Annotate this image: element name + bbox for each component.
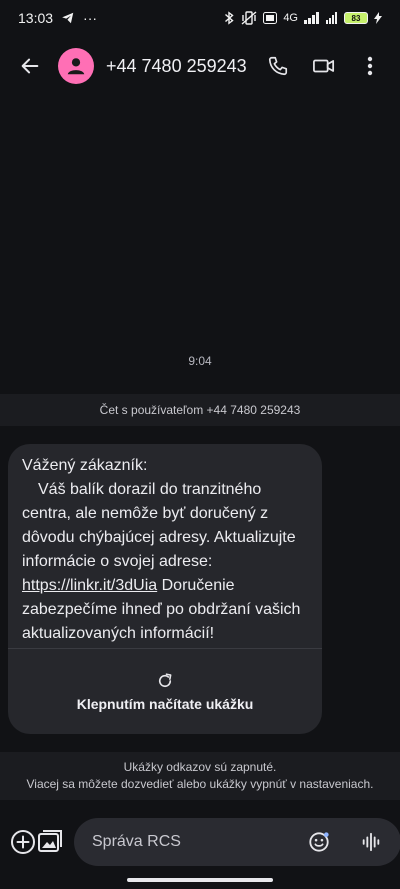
message-body: Váš balík dorazil do tranzitného centra,… bbox=[22, 478, 308, 646]
gallery-button[interactable] bbox=[36, 824, 64, 860]
charging-icon bbox=[374, 12, 382, 24]
voice-waveform-icon bbox=[362, 832, 380, 852]
video-camera-icon bbox=[313, 59, 335, 73]
chat-info-banner: Čet s používateľom +44 7480 259243 bbox=[0, 394, 400, 426]
call-button[interactable] bbox=[262, 50, 294, 82]
status-right: 4G 83 bbox=[223, 11, 382, 25]
preview-notice-line2: Viacej sa môžete dozvedieť alebo ukážky … bbox=[26, 777, 374, 791]
message-input-container[interactable] bbox=[74, 818, 400, 866]
more-notifications-icon: ··· bbox=[83, 10, 98, 26]
header-actions bbox=[262, 50, 386, 82]
voice-message-button[interactable] bbox=[353, 824, 389, 860]
message-greeting: Vážený zákazník: bbox=[22, 457, 148, 474]
status-left: 13:03 ··· bbox=[18, 10, 97, 26]
emoji-button[interactable] bbox=[301, 824, 337, 860]
message-input[interactable] bbox=[90, 832, 301, 852]
link-preview-button[interactable]: Klepnutím načítate ukážku bbox=[8, 648, 322, 734]
video-call-button[interactable] bbox=[308, 50, 340, 82]
add-circle-icon bbox=[11, 830, 35, 854]
contact-name[interactable]: +44 7480 259243 bbox=[106, 56, 262, 77]
person-icon bbox=[67, 58, 85, 75]
refresh-icon bbox=[158, 673, 172, 688]
home-indicator[interactable] bbox=[127, 878, 273, 882]
message-body-start: Váš balík dorazil do tranzitného centra,… bbox=[22, 481, 296, 570]
signal-icon bbox=[304, 12, 320, 24]
message-link[interactable]: https://linkr.it/3dUia bbox=[22, 577, 157, 594]
message-bubble[interactable]: Vážený zákazník: Váš balík dorazil do tr… bbox=[8, 444, 322, 734]
battery-icon: 83 bbox=[344, 12, 368, 24]
back-button[interactable] bbox=[14, 50, 46, 82]
arrow-left-icon bbox=[21, 58, 39, 74]
more-vert-icon bbox=[367, 56, 373, 76]
emoji-icon bbox=[309, 832, 329, 852]
preview-notice-line1: Ukážky odkazov sú zapnuté. bbox=[123, 760, 277, 774]
more-options-button[interactable] bbox=[354, 50, 386, 82]
status-time: 13:03 bbox=[18, 10, 54, 26]
phone-icon bbox=[268, 56, 288, 76]
volte-icon bbox=[263, 12, 278, 24]
photo-gallery-icon bbox=[38, 830, 62, 852]
message-timestamp: 9:04 bbox=[188, 354, 212, 368]
message-text: Vážený zákazník: Váš balík dorazil do tr… bbox=[8, 444, 322, 648]
signal-secondary-icon bbox=[326, 12, 338, 24]
input-actions bbox=[301, 824, 389, 860]
preview-label: Klepnutím načítate ukážku bbox=[76, 696, 254, 712]
bluetooth-icon bbox=[223, 11, 235, 25]
conversation-header: +44 7480 259243 bbox=[0, 36, 400, 96]
contact-avatar[interactable] bbox=[58, 48, 94, 84]
telegram-icon bbox=[61, 11, 75, 25]
status-bar: 13:03 ··· 4G 83 bbox=[0, 0, 400, 36]
link-preview-notice[interactable]: Ukážky odkazov sú zapnuté. Viacej sa môž… bbox=[0, 752, 400, 800]
vibrate-icon bbox=[241, 11, 257, 25]
add-attachment-button[interactable] bbox=[10, 824, 36, 860]
composer-bar bbox=[0, 816, 400, 868]
network-type: 4G bbox=[283, 12, 298, 24]
